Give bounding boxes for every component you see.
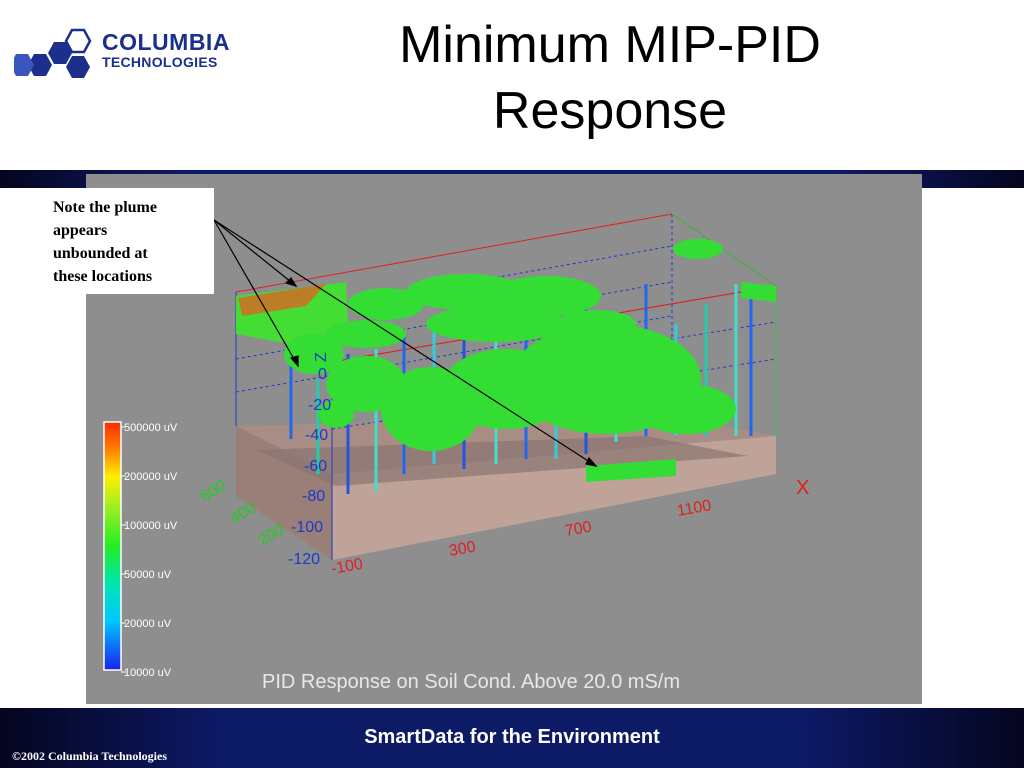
z-tick: 0: [318, 366, 327, 383]
slide-title-line1: Minimum MIP-PID: [399, 16, 821, 74]
legend-label: 10000 uV: [124, 667, 172, 679]
color-scale-bar: [103, 421, 122, 671]
slide-title-line2: Response: [492, 82, 728, 140]
logo-wordmark-line2: TECHNOLOGIES: [102, 54, 218, 70]
company-logo: COLUMBIA TECHNOLOGIES: [14, 26, 246, 82]
annotation-note: Note the plume appears unbounded at thes…: [38, 188, 214, 294]
y-tick: 600: [198, 477, 230, 505]
note-line: appears: [53, 222, 108, 239]
footer-copyright: ©2002 Columbia Technologies: [12, 749, 167, 763]
legend-label: 100000 uV: [124, 520, 178, 532]
z-axis-label: Z: [313, 352, 330, 362]
z-tick: -60: [304, 458, 327, 475]
note-line: unbounded at: [53, 245, 148, 262]
z-tick: -120: [288, 551, 320, 568]
z-tick: -100: [291, 519, 323, 536]
z-tick: -20: [308, 397, 331, 414]
footer-tagline: SmartData for the Environment: [364, 726, 660, 748]
legend-labels: 500000 uV 200000 uV 100000 uV 50000 uV 2…: [124, 422, 178, 679]
slide-title: Minimum MIP-PID Response: [300, 12, 920, 144]
x-tick: 300: [448, 539, 477, 560]
z-tick: -40: [305, 427, 328, 444]
legend-label: 200000 uV: [124, 471, 178, 483]
figure-caption: PID Response on Soil Cond. Above 20.0 mS…: [262, 671, 680, 693]
hexagon-logo-icon: [14, 28, 92, 78]
note-line: these locations: [53, 268, 153, 285]
legend-label: 20000 uV: [124, 618, 172, 630]
legend-label: 500000 uV: [124, 422, 178, 434]
note-line: Note the plume: [53, 199, 157, 216]
x-tick: 700: [564, 519, 593, 540]
x-tick: 1100: [676, 497, 713, 520]
z-tick: -80: [302, 488, 325, 505]
logo-wordmark-line1: COLUMBIA: [102, 29, 230, 55]
x-axis-label: X: [796, 477, 809, 499]
legend-label: 50000 uV: [124, 569, 172, 581]
